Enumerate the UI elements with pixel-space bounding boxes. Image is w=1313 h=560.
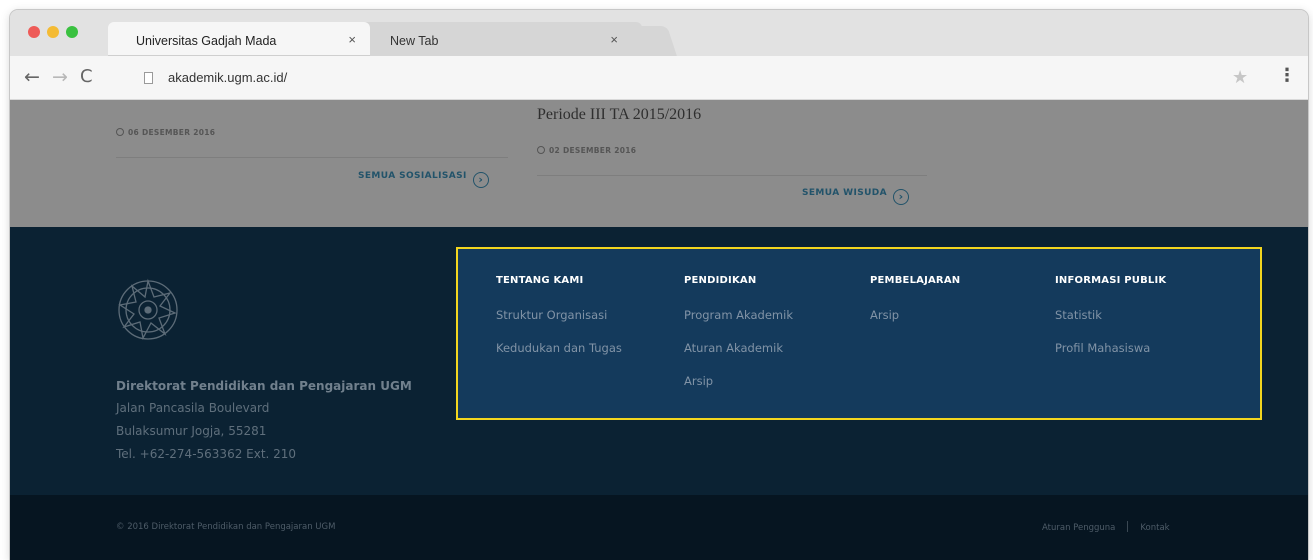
footer-link-aturan-akademik[interactable]: Aturan Akademik	[684, 341, 793, 355]
tab-title: Universitas Gadjah Mada	[136, 34, 277, 48]
column-heading: PEMBELAJARAN	[870, 275, 961, 286]
divider	[537, 175, 927, 176]
footer-link-arsip[interactable]: Arsip	[870, 308, 960, 322]
footer-link-profil-mahasiswa[interactable]: Profil Mahasiswa	[1055, 341, 1166, 355]
column-heading: TENTANG KAMI	[496, 275, 584, 286]
all-sosialisasi-link[interactable]: SEMUA SOSIALISASI ›	[358, 171, 489, 188]
post-date: 06 DESEMBER 2016	[116, 128, 215, 137]
maximize-window-button[interactable]	[66, 26, 78, 38]
phone-line: Tel. +62-274-563362 Ext. 210	[116, 447, 297, 461]
clock-icon	[537, 146, 545, 154]
column-heading: PENDIDIKAN	[684, 275, 757, 286]
org-name: Direktorat Pendidikan dan Pengajaran UGM	[116, 379, 412, 393]
close-tab-icon[interactable]: ×	[348, 32, 356, 47]
new-tab-button[interactable]	[625, 26, 677, 56]
browser-window: New Tab × Universitas Gadjah Mada × ← → …	[10, 10, 1308, 560]
post-title[interactable]: Periode III TA 2015/2016	[537, 106, 701, 124]
footer-bottom-bar: © 2016 Direktorat Pendidikan dan Pengaja…	[10, 495, 1308, 560]
footer-column-informasi-publik: INFORMASI PUBLIK Statistik Profil Mahasi…	[1055, 275, 1166, 355]
link-separator	[1127, 521, 1129, 532]
column-heading: INFORMASI PUBLIK	[1055, 275, 1167, 286]
aturan-pengguna-link[interactable]: Aturan Pengguna	[1042, 523, 1115, 533]
chevron-right-icon: ›	[472, 172, 489, 188]
post-date: 02 DESEMBER 2016	[537, 146, 636, 155]
divider	[116, 157, 508, 158]
kontak-link[interactable]: Kontak	[1140, 523, 1169, 533]
footer-link-kedudukan-tugas[interactable]: Kedudukan dan Tugas	[496, 341, 622, 355]
all-wisuda-link[interactable]: SEMUA WISUDA ›	[802, 188, 910, 205]
url-text[interactable]: akademik.ugm.ac.id/	[168, 70, 287, 85]
forward-arrow-icon[interactable]: →	[52, 67, 68, 87]
back-arrow-icon[interactable]: ←	[24, 67, 40, 87]
close-window-button[interactable]	[28, 26, 40, 38]
footer-column-tentang-kami: TENTANG KAMI Struktur Organisasi Keduduk…	[496, 275, 622, 355]
chevron-right-icon: ›	[893, 189, 910, 205]
footer-link-statistik[interactable]: Statistik	[1055, 308, 1166, 322]
tab-new-tab[interactable]: New Tab ×	[360, 22, 642, 56]
page-icon	[144, 72, 153, 84]
browser-menu-icon[interactable]: ⋮	[1278, 65, 1296, 86]
news-section: 06 DESEMBER 2016 SEMUA SOSIALISASI › Peri…	[10, 100, 1308, 227]
address-bar[interactable]: akademik.ugm.ac.id/	[110, 63, 1240, 93]
reload-icon[interactable]: C	[80, 67, 93, 87]
minimize-window-button[interactable]	[47, 26, 59, 38]
footer-column-pendidikan: PENDIDIKAN Program Akademik Aturan Akade…	[684, 275, 793, 388]
tab-strip: New Tab × Universitas Gadjah Mada ×	[10, 10, 1308, 56]
page-viewport: 06 DESEMBER 2016 SEMUA SOSIALISASI › Peri…	[10, 100, 1308, 560]
bottom-links: Aturan Pengguna Kontak	[1042, 521, 1170, 533]
copyright-text: © 2016 Direktorat Pendidikan dan Pengaja…	[116, 522, 336, 532]
footer-link-arsip[interactable]: Arsip	[684, 374, 793, 388]
footer-link-program-akademik[interactable]: Program Akademik	[684, 308, 793, 322]
address-line: Jalan Pancasila Boulevard	[116, 401, 270, 415]
footer-main: Direktorat Pendidikan dan Pengajaran UGM…	[10, 227, 1308, 495]
clock-icon	[116, 128, 124, 136]
footer-column-pembelajaran: PEMBELAJARAN Arsip	[870, 275, 960, 322]
address-line: Bulaksumur Jogja, 55281	[116, 424, 267, 438]
close-tab-icon[interactable]: ×	[610, 32, 618, 47]
ugm-logo-icon	[118, 278, 178, 340]
bookmark-star-icon[interactable]: ★	[1232, 67, 1248, 88]
tab-title: New Tab	[390, 34, 439, 48]
browser-toolbar: ← → C akademik.ugm.ac.id/ ★ ⋮	[10, 56, 1308, 100]
footer-nav-highlight: TENTANG KAMI Struktur Organisasi Keduduk…	[456, 247, 1262, 420]
tab-ugm[interactable]: Universitas Gadjah Mada ×	[108, 22, 370, 56]
footer-link-struktur-organisasi[interactable]: Struktur Organisasi	[496, 308, 622, 322]
